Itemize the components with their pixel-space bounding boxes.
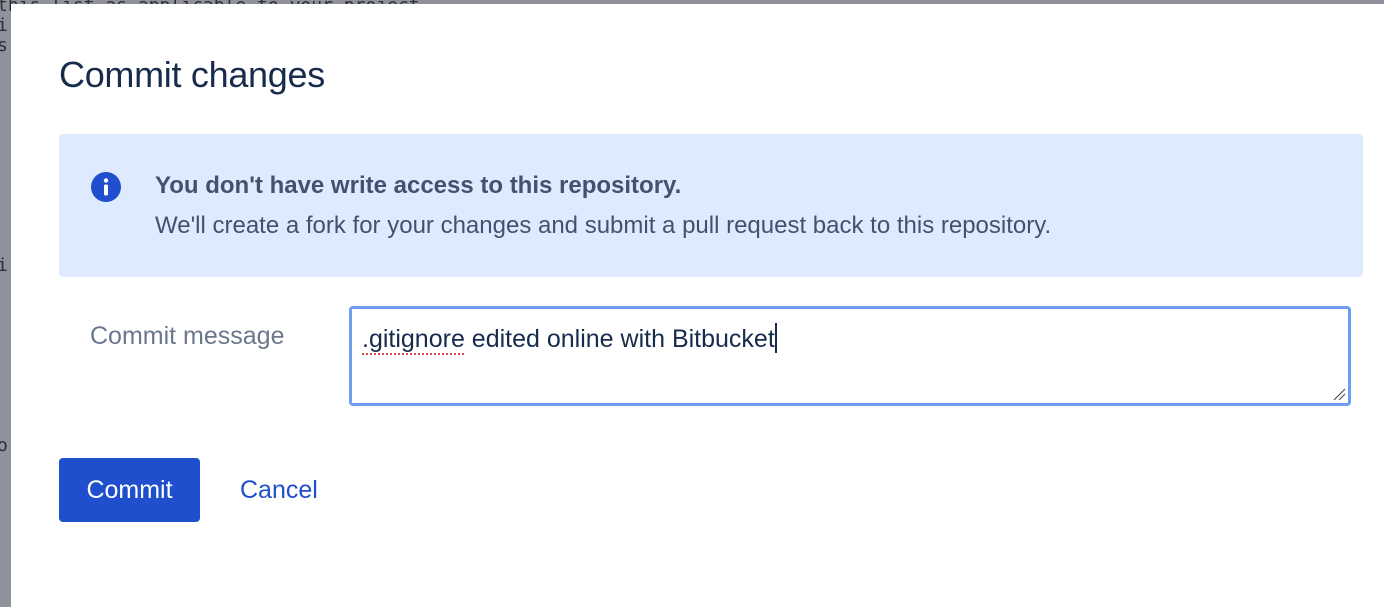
resize-handle-icon[interactable] bbox=[1332, 387, 1346, 401]
commit-changes-dialog: Commit changes You don't have write acce… bbox=[11, 4, 1384, 607]
cancel-button[interactable]: Cancel bbox=[231, 458, 327, 522]
dialog-title: Commit changes bbox=[59, 54, 325, 95]
commit-message-value: .gitignore edited online with Bitbucket bbox=[362, 323, 777, 354]
commit-message-text: edited online with Bitbucket bbox=[464, 325, 775, 353]
commit-message-textarea[interactable]: .gitignore edited online with Bitbucket bbox=[349, 306, 1351, 406]
info-banner-text: We'll create a fork for your changes and… bbox=[155, 212, 1052, 239]
info-banner-title: You don't have write access to this repo… bbox=[155, 172, 682, 199]
commit-button[interactable]: Commit bbox=[59, 458, 200, 522]
misspelled-word: .gitignore bbox=[362, 325, 465, 353]
commit-message-label: Commit message bbox=[90, 322, 285, 350]
text-caret bbox=[774, 323, 777, 353]
info-icon bbox=[91, 172, 121, 202]
info-banner: You don't have write access to this repo… bbox=[59, 134, 1363, 277]
